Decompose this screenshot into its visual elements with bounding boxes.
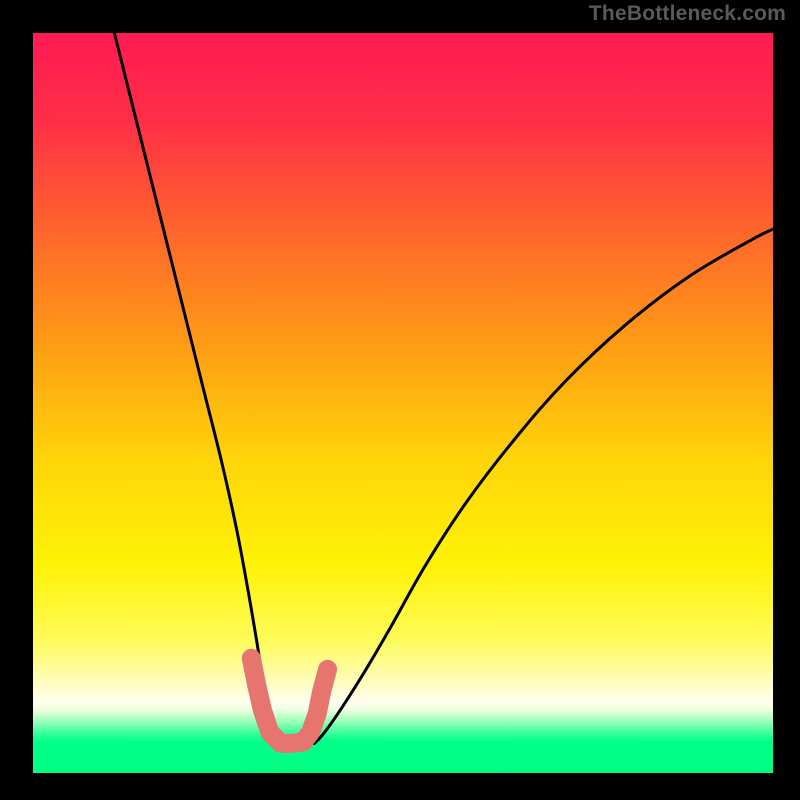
attribution-text: TheBottleneck.com (589, 2, 786, 26)
plot-area (33, 33, 773, 773)
bottom-overlay-blob (242, 649, 337, 753)
chart-curves (33, 33, 773, 773)
left-curve (114, 33, 279, 743)
right-curve (314, 229, 773, 743)
outer-frame: TheBottleneck.com (0, 0, 800, 800)
